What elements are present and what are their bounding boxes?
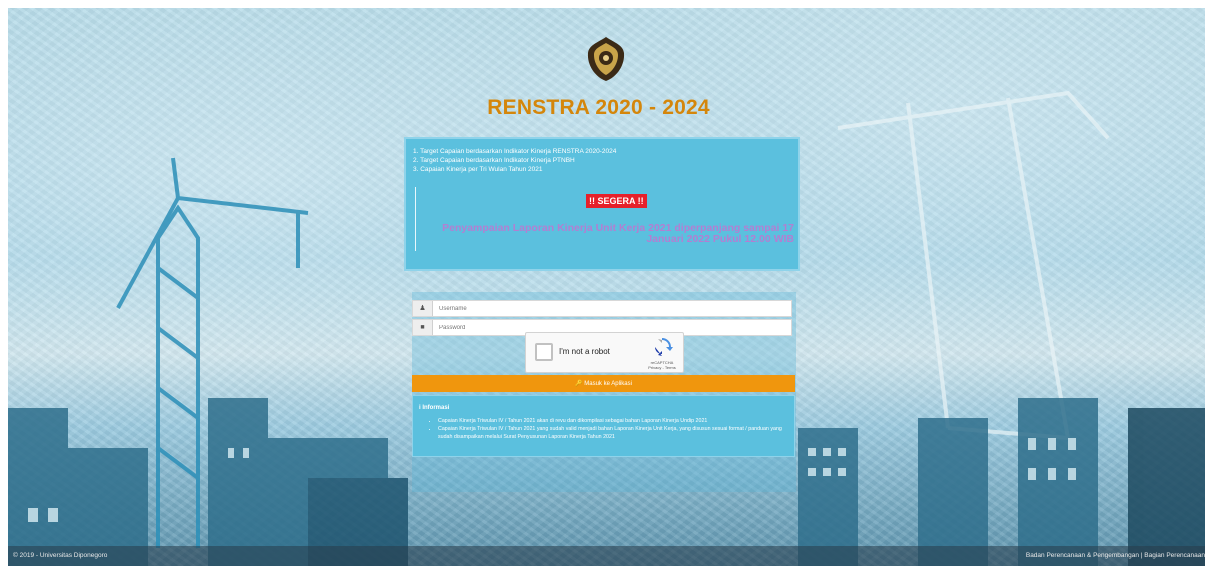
quote-bar — [415, 187, 416, 251]
recaptcha-icon — [655, 338, 673, 356]
login-button[interactable]: 🔑 Masuk ke Aplikasi — [412, 375, 795, 392]
info-panel: i Informasi Capaian Kinerja Triwulan IV … — [412, 395, 795, 457]
announcement-panel: 1. Target Capaian berdasarkan Indikator … — [404, 137, 800, 271]
user-icon: ♟ — [413, 301, 433, 316]
target-item: 1. Target Capaian berdasarkan Indikator … — [413, 148, 617, 155]
key-icon: 🔑 — [575, 381, 583, 387]
username-field: ♟ — [412, 300, 792, 317]
username-input[interactable] — [439, 302, 779, 315]
page-title: RENSTRA 2020 - 2024 — [487, 96, 710, 119]
footer-bar: © 2019 - Universitas Diponegoro Badan Pe… — [8, 546, 1205, 566]
recaptcha-brand: reCAPTCHA Privacy - Terms — [644, 360, 680, 370]
copyright-text: © 2019 - Universitas Diponegoro — [13, 552, 108, 559]
recaptcha-widget: I'm not a robot reCAPTCHA Privacy - Term… — [525, 332, 684, 373]
target-list: 1. Target Capaian berdasarkan Indikator … — [413, 147, 616, 174]
recaptcha-checkbox[interactable] — [535, 343, 553, 361]
recaptcha-links[interactable]: Privacy - Terms — [644, 365, 680, 370]
info-item: Capaian Kinerja Triwulan IV / Tahun 2021… — [438, 425, 790, 441]
login-button-label: Masuk ke Aplikasi — [584, 381, 632, 387]
info-item: Capaian Kinerja Triwulan IV / Tahun 2021… — [438, 417, 790, 425]
urgent-badge: !! SEGERA !! — [586, 194, 647, 208]
footer-links[interactable]: Badan Perencanaan & Pengembangan | Bagia… — [1026, 552, 1205, 559]
info-list: Capaian Kinerja Triwulan IV / Tahun 2021… — [428, 417, 790, 441]
target-item: 2. Target Capaian berdasarkan Indikator … — [413, 157, 575, 164]
info-heading: i Informasi — [419, 405, 450, 411]
recaptcha-label: I'm not a robot — [559, 347, 610, 356]
target-item: 3. Capaian Kinerja per Tri Wulan Tahun 2… — [413, 166, 543, 173]
university-logo — [587, 37, 625, 81]
info-icon: i — [419, 405, 421, 411]
deadline-notice: Penyampaian Laporan Kinerja Unit Kerja 2… — [442, 222, 794, 245]
lock-icon: ■ — [413, 320, 433, 335]
